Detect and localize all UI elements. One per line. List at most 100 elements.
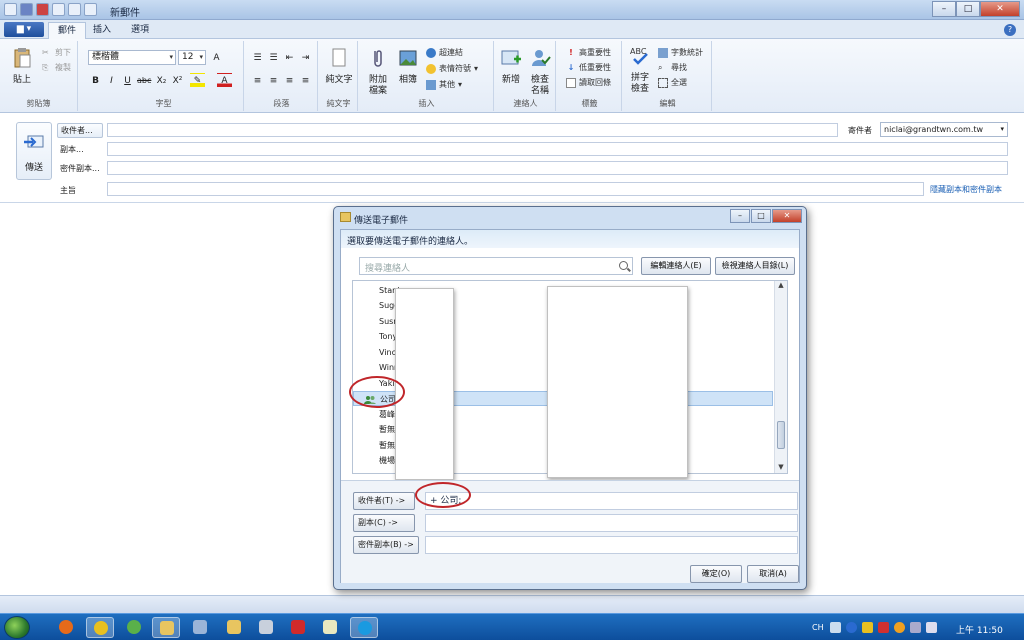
help-icon[interactable]: ?	[1004, 24, 1016, 36]
maximize-button[interactable]: □	[956, 1, 980, 17]
underline-button[interactable]: U	[120, 73, 135, 88]
bcc-label[interactable]: 密件副本...	[60, 163, 100, 174]
italic-button[interactable]: I	[104, 73, 119, 88]
taskbar-app3[interactable]	[120, 617, 148, 638]
alert-icon[interactable]	[878, 622, 889, 633]
taskbar-tool[interactable]	[252, 617, 280, 638]
ok-button[interactable]: 確定(O)	[690, 565, 742, 583]
other-insert-button[interactable]: 其他 ▾	[426, 79, 462, 90]
close-button[interactable]: ✕	[980, 1, 1020, 17]
superscript-button[interactable]: X²	[170, 73, 185, 88]
tab-message[interactable]: 郵件	[48, 22, 87, 39]
dialog-minimize-button[interactable]: –	[730, 209, 750, 223]
low-importance-button[interactable]: ↓ 低重要性	[566, 62, 611, 73]
font-size-select[interactable]: 12 ▾	[178, 50, 206, 65]
select-all-button[interactable]: 全選	[658, 77, 687, 88]
help-tray-icon[interactable]	[846, 622, 857, 633]
bold-button[interactable]: B	[88, 73, 103, 88]
taskbar-skype[interactable]	[350, 617, 378, 638]
to-field[interactable]	[107, 123, 838, 137]
taskbar-notepad[interactable]	[316, 617, 344, 638]
word-count-button[interactable]: 字數統計	[658, 47, 703, 58]
font-color-button[interactable]: A	[217, 73, 232, 88]
sender-select[interactable]: niclai@grandtwn.com.tw ▾	[880, 122, 1008, 137]
tab-insert[interactable]: 插入	[84, 22, 120, 39]
hyperlink-button[interactable]: 超連結	[426, 47, 463, 58]
new-contact-button[interactable]: 新增	[498, 47, 524, 86]
align-left-icon[interactable]: ≡	[250, 73, 265, 88]
to-recipient-button[interactable]: 收件者(T) ->	[353, 492, 415, 510]
network-tray-icon[interactable]	[910, 622, 921, 633]
notify-icon[interactable]	[894, 622, 905, 633]
to-button[interactable]: 收件者...	[57, 123, 103, 138]
bcc-recipient-button[interactable]: 密件副本(B) ->	[353, 536, 419, 554]
up-arrow-icon[interactable]	[68, 3, 81, 16]
cut-button[interactable]: ✂ 剪下	[42, 47, 71, 58]
clock[interactable]: 上午 11:50	[956, 623, 1003, 636]
contact-search-input[interactable]: 搜尋連絡人	[359, 257, 633, 275]
check-names-button[interactable]: 檢查 名稱	[526, 47, 554, 97]
spell-check-button[interactable]: ABC 拼字 檢查	[626, 45, 654, 95]
taskbar-chrome[interactable]	[86, 617, 114, 638]
cancel-button[interactable]: 取消(A)	[747, 565, 799, 583]
justify-icon[interactable]: ≡	[298, 73, 313, 88]
photo-album-button[interactable]: 相簿	[394, 47, 422, 86]
emoticon-button[interactable]: 表情符號 ▾	[426, 63, 478, 74]
subject-field[interactable]	[107, 182, 924, 196]
find-button[interactable]: ⌕ 尋找	[658, 62, 687, 73]
down-arrow-icon[interactable]	[84, 3, 97, 16]
save-icon[interactable]	[20, 3, 33, 16]
bcc-recipient-field[interactable]	[425, 536, 798, 554]
high-importance-button[interactable]: ! 高重要性	[566, 47, 611, 58]
start-button[interactable]	[4, 616, 30, 639]
scroll-thumb[interactable]	[777, 421, 785, 449]
cc-label[interactable]: 副本...	[60, 144, 84, 155]
tab-options[interactable]: 選項	[122, 22, 158, 39]
bullets-icon[interactable]: ☰	[250, 50, 265, 65]
to-recipient-field[interactable]: + 公司;	[425, 492, 798, 510]
taskbar-folder[interactable]	[220, 617, 248, 638]
cc-recipient-field[interactable]	[425, 514, 798, 532]
highlight-icon[interactable]: ✎	[190, 73, 205, 88]
sender-label: 寄件者	[848, 126, 872, 135]
keyboard-icon[interactable]	[830, 622, 841, 633]
align-right-icon[interactable]: ≡	[282, 73, 297, 88]
taskbar-network[interactable]	[186, 617, 214, 638]
copy-button[interactable]: ⎘ 複製	[42, 62, 71, 73]
clear-format-icon[interactable]: A	[209, 50, 224, 65]
plain-text-button[interactable]: 純文字	[324, 47, 354, 86]
dialog-close-button[interactable]: ✕	[772, 209, 802, 223]
undo-icon[interactable]	[36, 3, 49, 16]
outlook-app-icon[interactable]	[4, 3, 17, 16]
file-menu-button[interactable]: ▆ ▾	[4, 22, 44, 37]
decrease-indent-icon[interactable]: ⇤	[282, 50, 297, 65]
list-scrollbar[interactable]: ▲ ▼	[774, 281, 787, 473]
taskbar-acrobat[interactable]	[284, 617, 312, 638]
send-button[interactable]: 傳送	[16, 122, 52, 180]
taskbar-mail[interactable]	[152, 617, 180, 638]
dialog-maximize-button[interactable]: □	[751, 209, 771, 223]
align-center-icon[interactable]: ≡	[266, 73, 281, 88]
strikethrough-button[interactable]: abc	[136, 73, 151, 88]
edit-contact-button[interactable]: 編輯連絡人(E)	[641, 257, 711, 275]
cc-field[interactable]	[107, 142, 1008, 156]
font-family-select[interactable]: 標楷體 ▾	[88, 50, 176, 65]
scroll-up-icon[interactable]: ▲	[775, 281, 787, 291]
subscript-button[interactable]: X₂	[154, 73, 169, 88]
volume-icon[interactable]	[926, 622, 937, 633]
attach-file-button[interactable]: 附加 檔案	[364, 47, 392, 97]
read-receipt-checkbox[interactable]: 讀取回條	[566, 77, 611, 88]
view-directory-button[interactable]: 檢視連絡人目錄(L)	[715, 257, 795, 275]
bcc-field[interactable]	[107, 161, 1008, 175]
taskbar-firefox[interactable]	[52, 617, 80, 638]
numbering-icon[interactable]: ☰	[266, 50, 281, 65]
ime-icon[interactable]	[862, 622, 873, 633]
language-indicator[interactable]: CH	[812, 623, 824, 632]
increase-indent-icon[interactable]: ⇥	[298, 50, 313, 65]
redo-icon[interactable]	[52, 3, 65, 16]
hide-cc-bcc-link[interactable]: 隱藏副本和密件副本	[930, 184, 1002, 195]
scroll-down-icon[interactable]: ▼	[775, 463, 787, 473]
cc-recipient-button[interactable]: 副本(C) ->	[353, 514, 415, 532]
paste-button[interactable]: 貼上	[8, 47, 36, 86]
minimize-button[interactable]: –	[932, 1, 956, 17]
